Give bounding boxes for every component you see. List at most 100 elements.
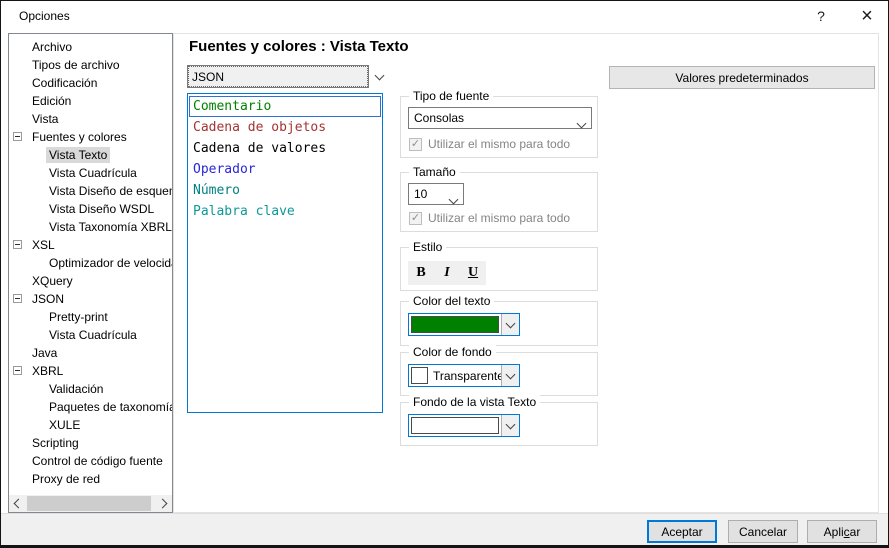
page-title: Fuentes y colores : Vista Texto bbox=[189, 38, 409, 55]
tree-item-archivo[interactable]: Archivo bbox=[9, 38, 172, 56]
text-color-content bbox=[409, 314, 501, 335]
tree-item-label: Vista Cuadrícula bbox=[46, 165, 140, 181]
list-item-cadena-de-valores[interactable]: Cadena de valores bbox=[189, 138, 381, 159]
tree-item-optimizador-de-velocida[interactable]: Optimizador de velocida bbox=[9, 254, 172, 272]
tree-item-label: Vista Diseño WSDL bbox=[46, 201, 157, 217]
group-text-color: Color del texto bbox=[400, 301, 598, 346]
tree-item-label: Tipos de archivo bbox=[29, 57, 123, 73]
tree-item-fuentes-y-colores[interactable]: Fuentes y colores bbox=[9, 128, 172, 146]
category-combobox[interactable]: JSON bbox=[187, 65, 389, 88]
collapse-icon[interactable] bbox=[13, 132, 22, 141]
checkbox-label: Utilizar el mismo para todo bbox=[428, 211, 570, 225]
accept-button[interactable]: Aceptar bbox=[647, 520, 717, 543]
chevron-down-icon[interactable] bbox=[369, 65, 389, 88]
tree-item-vista-dise-o-de-esquem[interactable]: Vista Diseño de esquem bbox=[9, 182, 172, 200]
tree-item-xsl[interactable]: XSL bbox=[9, 236, 172, 254]
tree-item-xule[interactable]: XULE bbox=[9, 416, 172, 434]
tree-item-pretty-print[interactable]: Pretty-print bbox=[9, 308, 172, 326]
chevron-down-icon bbox=[450, 192, 457, 206]
tree-item-label: Vista Diseño de esquem bbox=[46, 183, 172, 199]
tree-item-vista-taxonom-a-xbrl[interactable]: Vista Taxonomía XBRL bbox=[9, 218, 172, 236]
tree-item-label: Pretty-print bbox=[46, 309, 111, 325]
tree-item-label: Vista Texto bbox=[46, 147, 110, 163]
underline-button[interactable]: U bbox=[460, 261, 486, 285]
list-item-cadena-de-objetos[interactable]: Cadena de objetos bbox=[189, 117, 381, 138]
tree-item-vista-cuadr-cula[interactable]: Vista Cuadrícula bbox=[9, 326, 172, 344]
main-panel: Fuentes y colores : Vista Texto JSON Com… bbox=[173, 33, 879, 513]
group-style-title: Estilo bbox=[409, 240, 446, 254]
tree-item-scripting[interactable]: Scripting bbox=[9, 434, 172, 452]
list-item-palabra-clave[interactable]: Palabra clave bbox=[189, 201, 381, 222]
style-toolbar: B I U bbox=[408, 261, 486, 285]
tree-item-control-de-c-digo-fuente[interactable]: Control de código fuente bbox=[9, 452, 172, 470]
list-item-n-mero[interactable]: Número bbox=[189, 180, 381, 201]
apply-button[interactable]: Aplicar bbox=[807, 520, 877, 543]
background-color-picker[interactable]: Transparente bbox=[408, 364, 520, 387]
scroll-right-icon[interactable] bbox=[155, 495, 172, 512]
tree-item-label: Java bbox=[29, 345, 60, 361]
tree-item-vista-texto[interactable]: Vista Texto bbox=[9, 146, 172, 164]
chevron-down-icon[interactable] bbox=[501, 365, 519, 386]
defaults-button[interactable]: Valores predeterminados bbox=[609, 66, 875, 89]
options-tree-body: Archivo Tipos de archivoCodificaciónEdici… bbox=[9, 34, 172, 495]
scrollbar-thumb[interactable] bbox=[27, 496, 151, 511]
italic-button[interactable]: I bbox=[434, 261, 460, 285]
help-button[interactable]: ? bbox=[806, 1, 836, 31]
tree-item-proxy-de-red[interactable]: Proxy de red bbox=[9, 470, 172, 488]
font-same-for-all-checkbox: ✓ Utilizar el mismo para todo bbox=[409, 137, 570, 151]
group-text-color-title: Color del texto bbox=[409, 294, 494, 308]
collapse-icon[interactable] bbox=[13, 294, 22, 303]
tree-item-json[interactable]: JSON bbox=[9, 290, 172, 308]
category-combobox-value-box: JSON bbox=[187, 65, 369, 88]
tree-item-vista-cuadr-cula[interactable]: Vista Cuadrícula bbox=[9, 164, 172, 182]
list-item-comentario[interactable]: Comentario bbox=[189, 96, 381, 117]
font-family-combobox[interactable]: Consolas bbox=[408, 107, 592, 129]
chevron-down-icon[interactable] bbox=[501, 415, 519, 436]
tree-item-label: XBRL bbox=[29, 363, 66, 379]
collapse-icon[interactable] bbox=[13, 240, 22, 249]
checkbox-label: Utilizar el mismo para todo bbox=[428, 137, 570, 151]
background-color-value: Transparente bbox=[433, 369, 501, 383]
tree-item-xquery[interactable]: XQuery bbox=[9, 272, 172, 290]
list-item-operador[interactable]: Operador bbox=[189, 159, 381, 180]
tree-item-codificaci-n[interactable]: Codificación bbox=[9, 74, 172, 92]
tree-item-label: Vista Cuadrícula bbox=[46, 327, 140, 343]
titlebar: Opciones ? × bbox=[1, 1, 888, 32]
tree-item-validaci-n[interactable]: Validación bbox=[9, 380, 172, 398]
tree-item-java[interactable]: Java bbox=[9, 344, 172, 362]
tree-item-label: Fuentes y colores bbox=[29, 129, 130, 145]
text-color-picker[interactable] bbox=[408, 313, 520, 336]
group-background-color: Color de fondo Transparente bbox=[400, 352, 598, 396]
tree-item-label: XULE bbox=[46, 417, 83, 433]
tree-item-xbrl[interactable]: XBRL bbox=[9, 362, 172, 380]
group-textview-background: Fondo de la vista Texto bbox=[400, 402, 598, 446]
style-element-list: ComentarioCadena de objetosCadena de val… bbox=[187, 93, 383, 413]
help-icon: ? bbox=[817, 8, 825, 24]
window-title: Opciones bbox=[19, 9, 70, 23]
tree-item-paquetes-de-taxonom-a[interactable]: Paquetes de taxonomía bbox=[9, 398, 172, 416]
tree-item-label: Control de código fuente bbox=[29, 453, 166, 469]
tree-item-label: XQuery bbox=[29, 273, 76, 289]
footer-bar: Aceptar Cancelar Aplicar bbox=[1, 513, 888, 547]
tree-item-label: Archivo bbox=[29, 39, 75, 55]
tree-item-label: Proxy de red bbox=[29, 471, 103, 487]
tree-item-label: JSON bbox=[29, 291, 67, 307]
textview-background-picker[interactable] bbox=[408, 414, 520, 437]
tree-item-label: Vista Taxonomía XBRL bbox=[46, 219, 172, 235]
collapse-icon[interactable] bbox=[13, 366, 22, 375]
chevron-down-icon[interactable] bbox=[501, 314, 519, 335]
tree-item-vista[interactable]: Vista bbox=[9, 110, 172, 128]
bold-button[interactable]: B bbox=[408, 261, 434, 285]
cancel-button[interactable]: Cancelar bbox=[728, 520, 798, 543]
font-size-combobox[interactable]: 10 bbox=[408, 183, 464, 205]
background-color-swatch bbox=[411, 367, 428, 384]
tree-item-tipos-de-archivo[interactable]: Tipos de archivo bbox=[9, 56, 172, 74]
close-button[interactable]: × bbox=[852, 1, 882, 31]
tree-item-vista-dise-o-wsdl[interactable]: Vista Diseño WSDL bbox=[9, 200, 172, 218]
font-size-value: 10 bbox=[414, 187, 427, 201]
tree-item-edici-n[interactable]: Edición bbox=[9, 92, 172, 110]
group-font-type: Tipo de fuente Consolas ✓ Utilizar el mi… bbox=[400, 96, 598, 158]
tree-item-label: Optimizador de velocida bbox=[46, 255, 172, 271]
tree-horizontal-scrollbar[interactable] bbox=[9, 495, 172, 512]
scroll-left-icon[interactable] bbox=[9, 495, 26, 512]
